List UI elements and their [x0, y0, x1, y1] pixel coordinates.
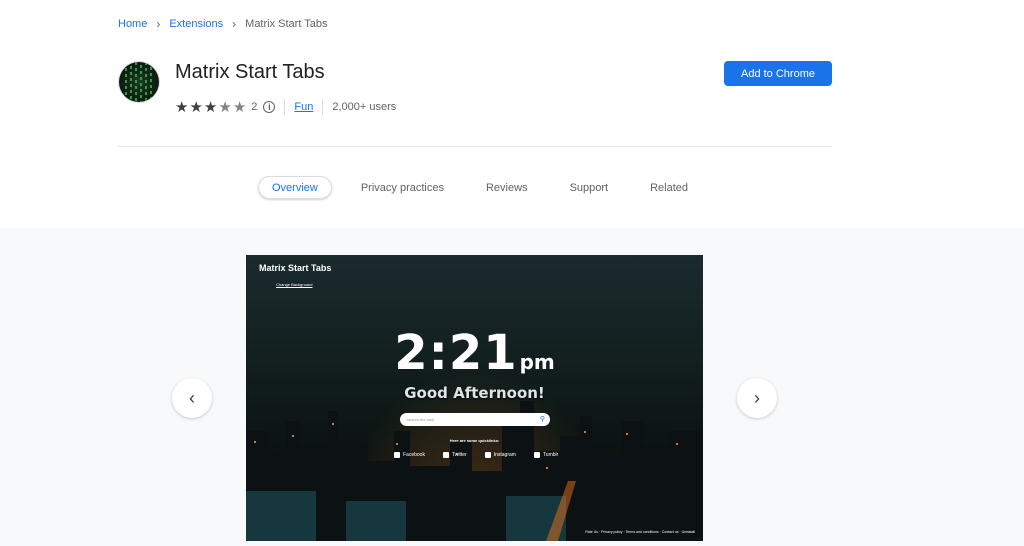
- quicklinks: Facebook Twitter Instagram Tumblr: [394, 452, 576, 458]
- tumblr-icon: [533, 452, 540, 458]
- category-link[interactable]: Fun: [294, 101, 313, 113]
- search-icon: ⚲: [539, 416, 545, 423]
- quicklink-instagram: Instagram: [484, 452, 516, 458]
- clock-ampm: pm: [519, 350, 555, 374]
- add-to-chrome-button[interactable]: Add to Chrome: [724, 61, 832, 86]
- breadcrumb-home[interactable]: Home: [118, 18, 147, 30]
- clock-time: 2:21: [394, 325, 518, 381]
- change-background-link: Change Background: [276, 282, 313, 287]
- extension-icon: [119, 62, 159, 102]
- twitter-icon: [442, 452, 449, 458]
- tab-overview[interactable]: Overview: [258, 176, 332, 199]
- footer-links: Rate Us · Privacy policy · Terms and con…: [585, 530, 695, 534]
- info-icon[interactable]: i: [263, 101, 276, 113]
- instagram-icon: [484, 452, 491, 458]
- chevron-right-icon[interactable]: ›: [737, 378, 777, 418]
- star-icon: ★: [218, 98, 232, 116]
- quicklink-tumblr: Tumblr: [533, 452, 559, 458]
- star-icon: ★: [203, 98, 218, 116]
- greeting: Good Afternoon!: [404, 384, 545, 402]
- extension-meta: ★ ★ ★ ★ ★ 2 i Fun 2,000+ users: [175, 98, 396, 116]
- rating-count[interactable]: 2: [251, 101, 257, 113]
- header-section: Home › Extensions › Matrix Start Tabs Ma…: [0, 0, 1024, 228]
- quicklink-twitter: Twitter: [442, 452, 467, 458]
- tab-privacy-practices[interactable]: Privacy practices: [348, 176, 457, 199]
- tab-reviews[interactable]: Reviews: [473, 176, 541, 199]
- star-icon: ★: [232, 98, 247, 116]
- tab-support[interactable]: Support: [557, 176, 622, 199]
- breadcrumb: Home › Extensions › Matrix Start Tabs: [118, 17, 327, 31]
- chevron-right-icon: ›: [232, 17, 237, 31]
- screenshot-gallery: ‹ › Matrix Start Tabs Change Background …: [0, 228, 1024, 546]
- quicklink-label: Instagram: [493, 452, 516, 458]
- tab-bar: Overview Privacy practices Reviews Suppo…: [258, 176, 703, 199]
- quicklink-label: Tumblr: [542, 452, 559, 458]
- quicklink-label: Twitter: [451, 452, 467, 458]
- header-divider: [118, 146, 832, 147]
- breadcrumb-current: Matrix Start Tabs: [245, 18, 328, 30]
- star-rating: ★ ★ ★ ★ ★: [175, 100, 247, 115]
- search-bar: search the web ⚲: [400, 413, 550, 426]
- search-placeholder: search the web: [407, 417, 435, 422]
- divider: [284, 99, 286, 115]
- gallery-screenshot[interactable]: Matrix Start Tabs Change Background 2:21…: [246, 255, 703, 541]
- chevron-left-icon[interactable]: ‹: [172, 378, 212, 418]
- divider: [322, 99, 324, 115]
- tab-related[interactable]: Related: [637, 176, 701, 199]
- clock: 2:21 pm: [246, 325, 703, 381]
- app-title: Matrix Start Tabs: [259, 263, 332, 273]
- quicklink-facebook: Facebook: [394, 452, 425, 458]
- quicklinks-heading: Here are some quicklinks:: [449, 438, 500, 443]
- extension-title: Matrix Start Tabs: [175, 61, 325, 83]
- star-icon: ★: [175, 98, 189, 116]
- quicklink-label: Facebook: [403, 452, 425, 458]
- breadcrumb-extensions[interactable]: Extensions: [169, 18, 223, 30]
- star-icon: ★: [189, 98, 203, 116]
- facebook-icon: [394, 452, 400, 458]
- user-count: 2,000+ users: [332, 101, 397, 113]
- chevron-right-icon: ›: [156, 17, 161, 31]
